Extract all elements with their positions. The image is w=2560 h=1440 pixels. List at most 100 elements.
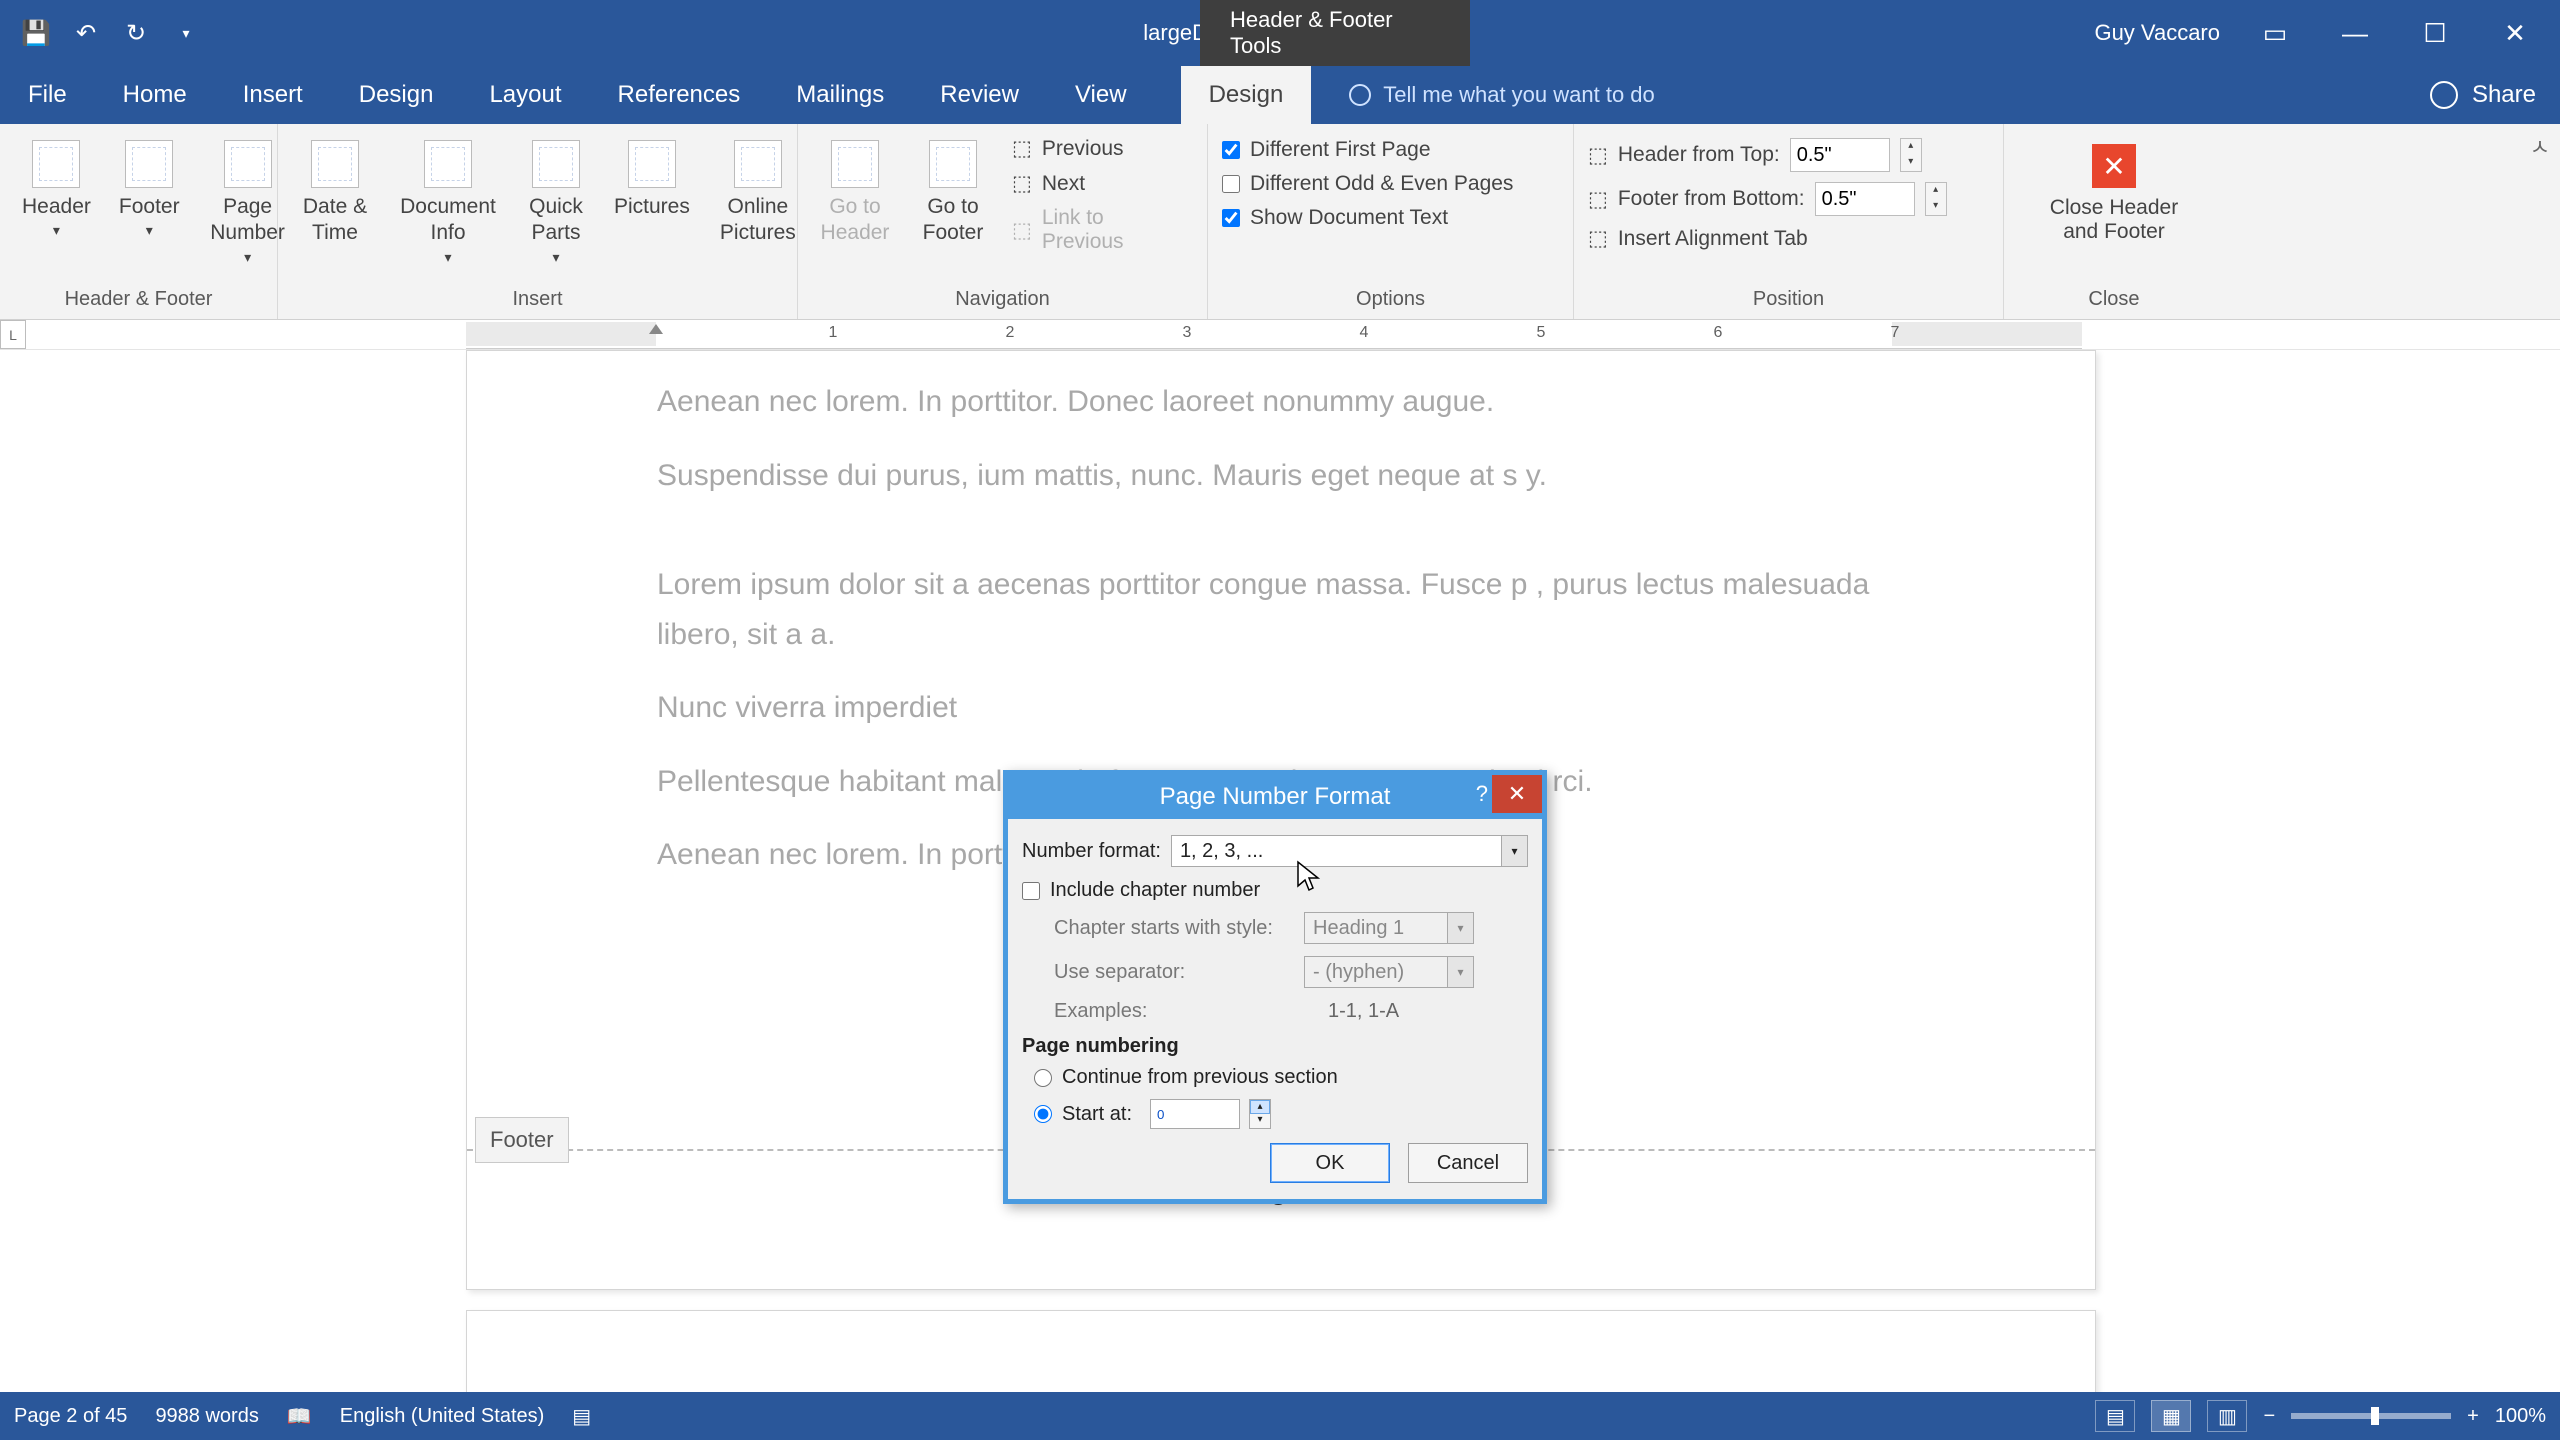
footer-button[interactable]: Footer▾ [111, 134, 188, 244]
tell-me-search[interactable]: Tell me what you want to do [1311, 66, 1654, 124]
collapse-ribbon-icon[interactable]: ㅅ [2530, 130, 2550, 162]
date-time-button[interactable]: Date & Time [292, 134, 378, 251]
ribbon: ㅅ Header▾ Footer▾ Page Number▾ Header & … [0, 124, 2560, 320]
chapter-style-label: Chapter starts with style: [1054, 917, 1294, 940]
separator-select: - (hyphen)▾ [1304, 956, 1474, 988]
close-header-footer-button[interactable]: ✕ Close Header and Footer [2018, 134, 2210, 244]
group-options: Options [1208, 286, 1573, 319]
share-button[interactable]: Share [2406, 66, 2560, 124]
qat-customize-icon[interactable]: ▾ [170, 17, 202, 49]
ruler-row: L 1234567 [0, 320, 2560, 350]
footer-from-bottom-field[interactable]: ⬚Footer from Bottom:▴▾ [1588, 182, 1947, 216]
maximize-icon[interactable]: ☐ [2410, 18, 2460, 49]
paragraph: Lorem ipsum dolor sit a aecenas porttito… [657, 560, 1905, 659]
zoom-out-icon[interactable]: − [2263, 1405, 2275, 1428]
ok-button[interactable]: OK [1270, 1143, 1390, 1183]
read-mode-icon[interactable]: ▤ [2095, 1400, 2135, 1432]
diff-first-page-checkbox[interactable]: Different First Page [1222, 138, 1513, 162]
cancel-button[interactable]: Cancel [1408, 1143, 1528, 1183]
tab-view[interactable]: View [1047, 66, 1155, 124]
quick-parts-button[interactable]: Quick Parts▾ [518, 134, 594, 270]
document-area: Aenean nec lorem. In porttitor. Donec la… [0, 350, 2560, 1392]
dialog-close-icon[interactable]: ✕ [1492, 775, 1542, 813]
macro-icon[interactable]: ▤ [572, 1404, 591, 1429]
spell-check-icon[interactable]: 📖 [287, 1404, 312, 1429]
page-numbering-label: Page numbering [1022, 1035, 1528, 1058]
start-at-input[interactable] [1150, 1099, 1240, 1129]
tab-mailings[interactable]: Mailings [768, 66, 912, 124]
number-format-label: Number format: [1022, 840, 1161, 863]
print-layout-icon[interactable]: ▦ [2151, 1400, 2191, 1432]
person-icon [2430, 81, 2458, 109]
zoom-in-icon[interactable]: + [2467, 1405, 2479, 1428]
contextual-tab-label: Header & Footer Tools [1200, 0, 1470, 66]
quick-access-toolbar: 💾 ↶ ↻ ▾ [0, 17, 202, 49]
ruler-number: 2 [1006, 324, 1015, 342]
share-label: Share [2472, 81, 2536, 109]
ruler-number: 7 [1891, 324, 1900, 342]
word-count[interactable]: 9988 words [155, 1405, 258, 1428]
username-label: Guy Vaccaro [2094, 20, 2220, 46]
tab-home[interactable]: Home [95, 66, 215, 124]
redo-icon[interactable]: ↻ [120, 17, 152, 49]
footer-label: Footer [475, 1117, 569, 1163]
previous-icon: ⬚ [1012, 136, 1032, 161]
tab-references[interactable]: References [590, 66, 769, 124]
zoom-slider[interactable] [2291, 1413, 2451, 1419]
minimize-icon[interactable]: — [2330, 18, 2380, 49]
undo-icon[interactable]: ↶ [70, 17, 102, 49]
examples-value: 1-1, 1-A [1328, 1000, 1399, 1023]
tab-review[interactable]: Review [912, 66, 1047, 124]
diff-odd-even-checkbox[interactable]: Different Odd & Even Pages [1222, 172, 1513, 196]
paragraph: Nunc viverra imperdiet [657, 683, 1905, 733]
tab-insert[interactable]: Insert [215, 66, 331, 124]
goto-footer-button[interactable]: Go to Footer [910, 134, 996, 251]
language-indicator[interactable]: English (United States) [340, 1405, 545, 1428]
first-line-indent-marker[interactable] [649, 320, 663, 334]
lightbulb-icon [1349, 84, 1371, 106]
start-at-radio[interactable]: Start at: ▴▾ [1022, 1099, 1528, 1129]
show-doc-text-checkbox[interactable]: Show Document Text [1222, 206, 1513, 230]
number-format-select[interactable]: 1, 2, 3, ...▾ [1171, 835, 1528, 867]
ribbon-display-options-icon[interactable]: ▭ [2250, 18, 2300, 49]
horizontal-ruler[interactable]: 1234567 [466, 320, 2082, 349]
previous-section-button[interactable]: ⬚Previous [1008, 134, 1193, 163]
tell-me-placeholder: Tell me what you want to do [1383, 82, 1654, 108]
start-at-spinner[interactable]: ▴▾ [1249, 1099, 1271, 1129]
include-chapter-checkbox[interactable]: Include chapter number [1022, 879, 1528, 902]
dialog-title: Page Number Format [1160, 783, 1391, 811]
page-number-format-dialog: Page Number Format ? ✕ Number format: 1,… [1003, 770, 1547, 1204]
tab-selector[interactable]: L [0, 320, 26, 349]
tab-file[interactable]: File [0, 66, 95, 124]
next-section-button[interactable]: ⬚Next [1008, 169, 1193, 198]
goto-header-button[interactable]: Go to Header [812, 134, 898, 251]
link-icon: ⬚ [1012, 218, 1032, 243]
page-count[interactable]: Page 2 of 45 [14, 1405, 127, 1428]
ruler-number: 6 [1714, 324, 1723, 342]
header-from-top-field[interactable]: ⬚Header from Top:▴▾ [1588, 138, 1947, 172]
group-header-footer: Header & Footer [0, 286, 277, 319]
spinner-up-icon[interactable]: ▴ [1250, 1100, 1270, 1114]
tab-design[interactable]: Design [331, 66, 462, 124]
ruler-number: 5 [1537, 324, 1546, 342]
paragraph: Aenean nec lorem. In porttitor. Donec la… [657, 377, 1905, 427]
zoom-level[interactable]: 100% [2495, 1405, 2546, 1428]
web-layout-icon[interactable]: ▥ [2207, 1400, 2247, 1432]
document-info-button[interactable]: Document Info▾ [390, 134, 506, 270]
close-window-icon[interactable]: ✕ [2490, 18, 2540, 49]
spinner-down-icon[interactable]: ▾ [1250, 1114, 1270, 1128]
online-pictures-button[interactable]: Online Pictures [710, 134, 806, 251]
tab-hf-design[interactable]: Design [1181, 66, 1312, 124]
page-2[interactable] [466, 1310, 2096, 1392]
pictures-button[interactable]: Pictures [606, 134, 698, 224]
save-icon[interactable]: 💾 [20, 17, 52, 49]
tab-layout[interactable]: Layout [461, 66, 589, 124]
help-icon[interactable]: ? [1476, 781, 1488, 807]
ruler-number: 4 [1360, 324, 1369, 342]
chevron-down-icon: ▾ [1501, 836, 1527, 866]
chapter-style-select: Heading 1▾ [1304, 912, 1474, 944]
dialog-titlebar[interactable]: Page Number Format ? ✕ [1008, 775, 1542, 819]
continue-previous-radio[interactable]: Continue from previous section [1022, 1066, 1528, 1089]
insert-alignment-tab-button[interactable]: ⬚Insert Alignment Tab [1588, 226, 1947, 251]
header-button[interactable]: Header▾ [14, 134, 99, 244]
